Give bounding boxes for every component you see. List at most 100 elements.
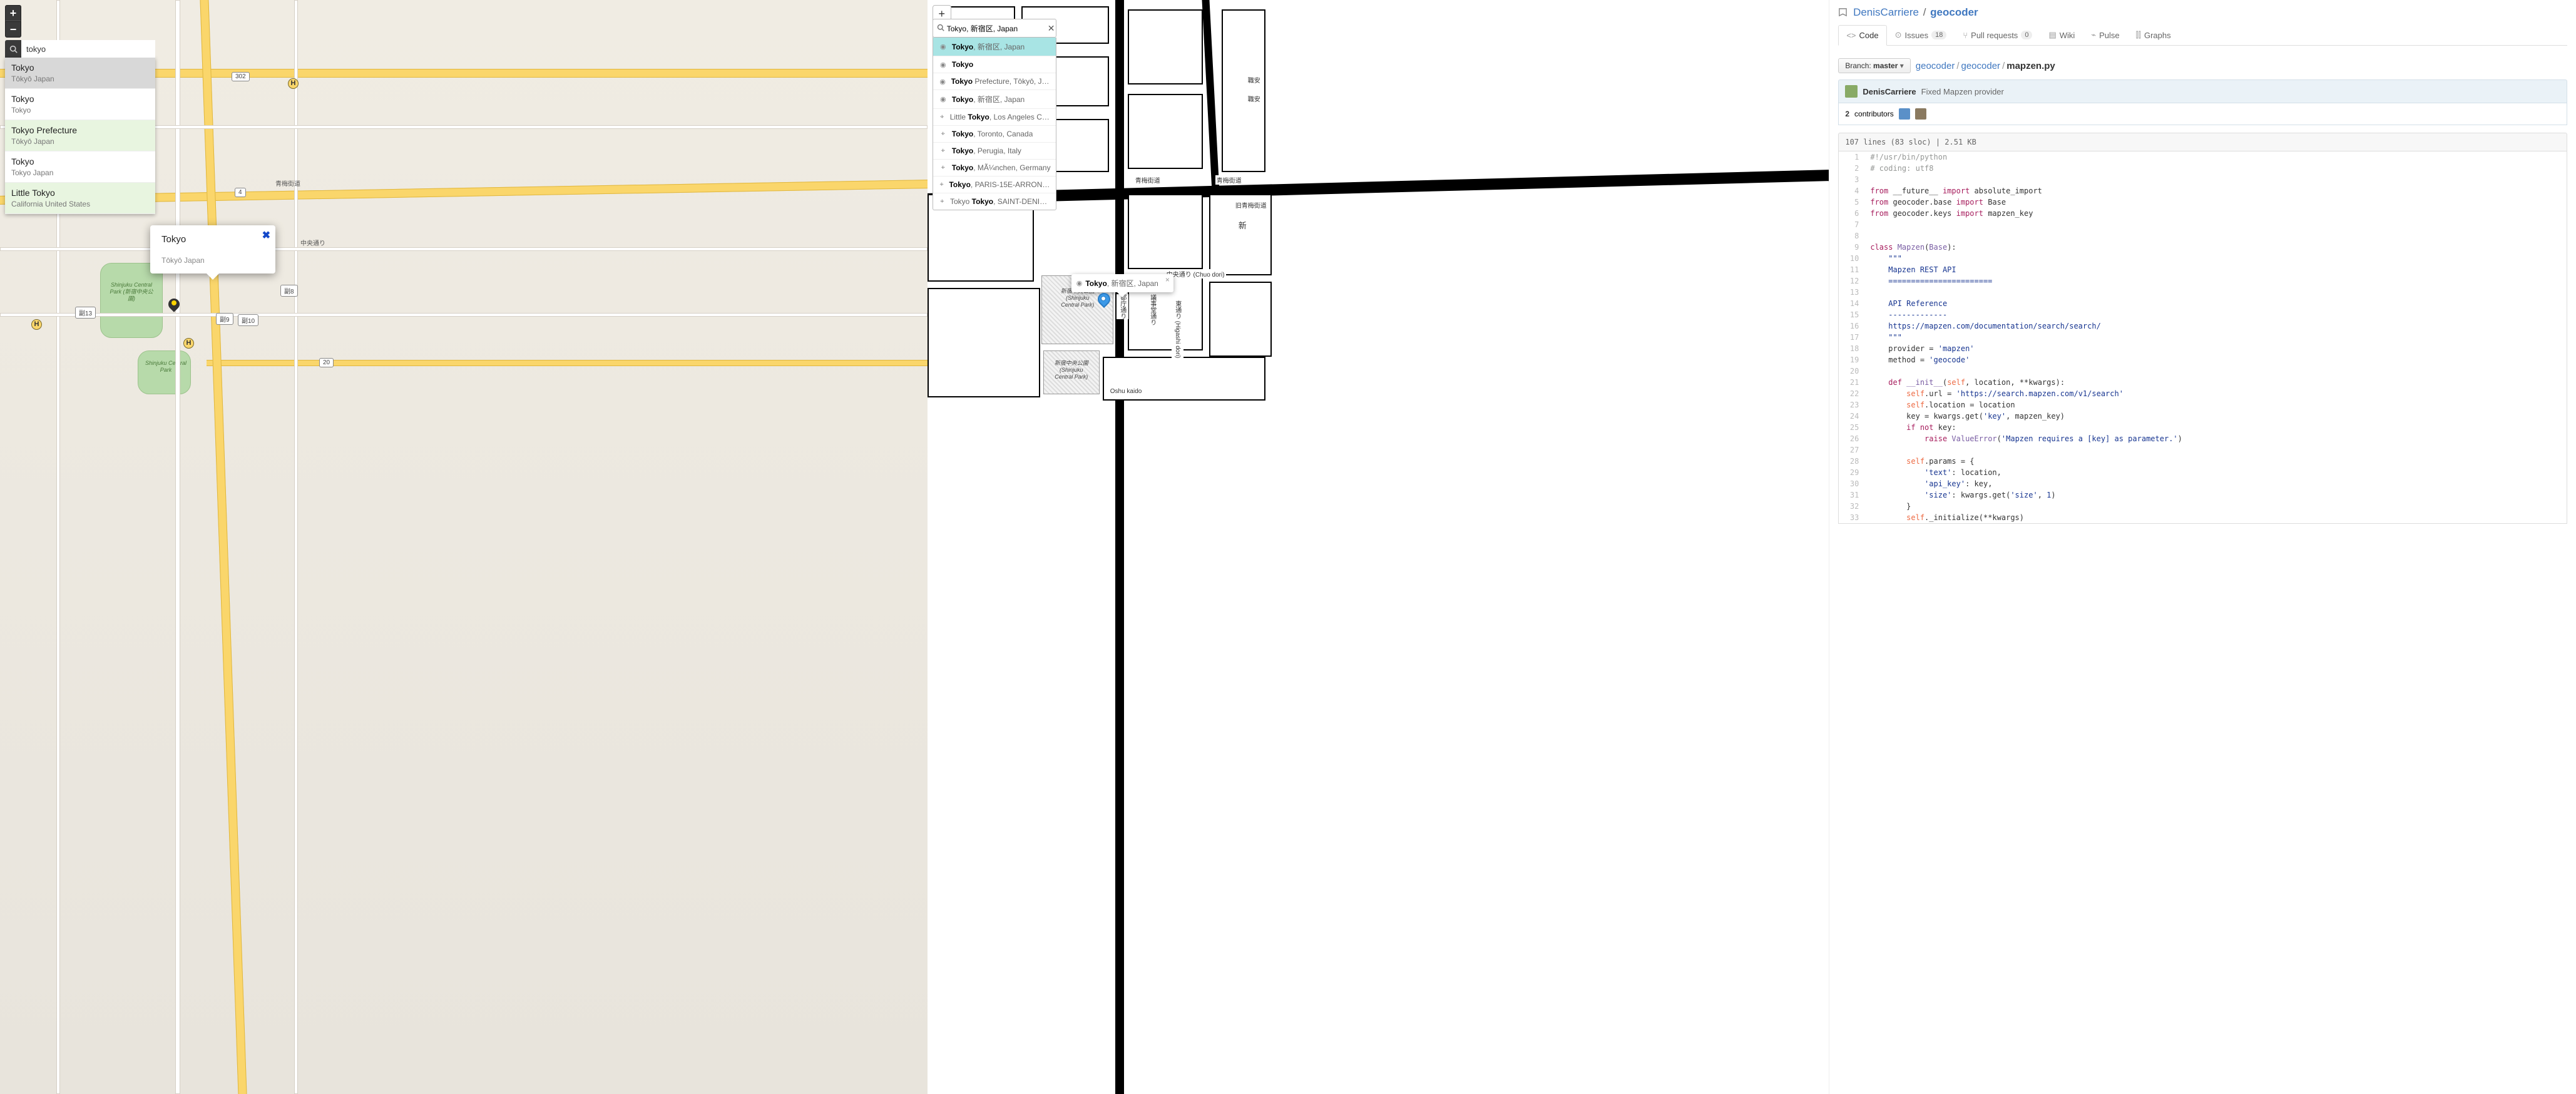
code-line: 11 Mapzen REST API: [1839, 264, 2567, 275]
station-label: 副8: [280, 285, 298, 297]
road-name: 東通り (Higashi dori): [1172, 300, 1183, 358]
code-line: 3: [1839, 174, 2567, 185]
tab-issues[interactable]: ⊙Issues18: [1887, 25, 1955, 45]
code-line: 25 if not key:: [1839, 422, 2567, 433]
map-popup: ✖ Tokyo Tōkyō Japan: [150, 225, 275, 274]
zoom-in-button[interactable]: +: [5, 5, 21, 21]
avatar[interactable]: [1899, 108, 1910, 120]
search-result-item[interactable]: ⌖Tokyo Tokyo, SAINT-DENIS, France: [933, 193, 1056, 210]
map-marker[interactable]: [1098, 293, 1110, 305]
github-panel: DenisCarriere / geocoder <>Code ⊙Issues1…: [1829, 0, 2576, 1094]
search-input[interactable]: [21, 40, 155, 58]
code-line: 28 self.params = {: [1839, 456, 2567, 467]
zoom-out-button[interactable]: −: [5, 21, 21, 38]
code-line: 24 key = kwargs.get('key', mapzen_key): [1839, 411, 2567, 422]
contributors-count: 2: [1845, 110, 1849, 118]
globe-icon: ◉: [938, 78, 948, 86]
code-line: 8: [1839, 230, 2567, 242]
clear-icon[interactable]: ✕: [1046, 23, 1056, 34]
path-link[interactable]: geocoder: [1916, 61, 1955, 71]
road-name: 議事堂通り: [1147, 294, 1158, 325]
bw-map-panel: 新宿中央公園 (Shinjuku Central Park) 新宿中央公園 (S…: [928, 0, 1829, 1094]
code-line: 15 -------------: [1839, 309, 2567, 320]
search-result-item[interactable]: TokyoTokyo: [5, 89, 155, 120]
search-result-item[interactable]: ◉Tokyo, 新宿区, Japan: [933, 89, 1056, 108]
search-result-item[interactable]: ◉Tokyo: [933, 56, 1056, 73]
search-result-item[interactable]: ⌖Tokyo, MÃ¼nchen, Germany: [933, 159, 1056, 176]
park-label: Shinjuku Central Park (新宿中央公園): [106, 282, 156, 302]
contributors-label: contributors: [1854, 110, 1894, 118]
path-link[interactable]: geocoder: [1961, 61, 2001, 71]
pin-icon: ⌖: [938, 181, 946, 189]
map-marker[interactable]: [167, 297, 181, 317]
code-line: 23 self.location = location: [1839, 399, 2567, 411]
park-label: 新宿中央公園 (Shinjuku Central Park): [1046, 360, 1096, 380]
map-canvas[interactable]: 新宿中央公園 (Shinjuku Central Park) 新宿中央公園 (S…: [928, 0, 1829, 1094]
code-line: 22 self.url = 'https://search.mapzen.com…: [1839, 388, 2567, 399]
search-box: ✕ ◉Tokyo, 新宿区, Japan◉Tokyo◉Tokyo Prefect…: [933, 19, 1056, 210]
search-result-item[interactable]: TokyoTōkyō Japan: [5, 58, 155, 89]
tab-pulls[interactable]: ⑂Pull requests0: [1955, 25, 2040, 45]
code-line: 5from geocoder.base import Base: [1839, 197, 2567, 208]
road-name: 中央通り: [300, 238, 325, 247]
road-name: 青梅街道: [1215, 175, 1243, 185]
road-name: 中央通り (Chuo dori): [1165, 269, 1226, 279]
search-result-item[interactable]: Tokyo PrefectureTōkyō Japan: [5, 120, 155, 151]
breadcrumb: geocoder/geocoder/mapzen.py: [1916, 61, 2055, 71]
code-line: 4from __future__ import absolute_import: [1839, 185, 2567, 197]
search-result-item[interactable]: ◉Tokyo, 新宿区, Japan: [933, 38, 1056, 56]
hospital-icon: H: [288, 78, 299, 89]
search-result-item[interactable]: ⌖Tokyo, PARIS-15E-ARRONDISSEMEN...: [933, 176, 1056, 193]
search-result-item[interactable]: ◉Tokyo Prefecture, Tōkyō, Japan: [933, 73, 1056, 89]
tab-wiki[interactable]: ▤Wiki: [2040, 25, 2083, 45]
search-icon: [937, 24, 944, 33]
avatar[interactable]: [1845, 85, 1858, 98]
close-icon[interactable]: ×: [1165, 275, 1170, 284]
code-line: 26 raise ValueError('Mapzen requires a […: [1839, 433, 2567, 444]
code-line: 1#!/usr/bin/python: [1839, 151, 2567, 163]
search-result-item[interactable]: Little TokyoCalifornia United States: [5, 183, 155, 214]
latest-commit: DenisCarriere Fixed Mapzen provider: [1838, 79, 2567, 103]
pin-icon: ⌖: [938, 130, 948, 138]
search-input[interactable]: [944, 24, 1046, 33]
tab-graphs[interactable]: ⫿⫿Graphs: [2128, 25, 2179, 45]
code-line: 13: [1839, 287, 2567, 298]
search-results: ◉Tokyo, 新宿区, Japan◉Tokyo◉Tokyo Prefectur…: [933, 38, 1056, 210]
search-result-item[interactable]: ⌖Tokyo, Perugia, Italy: [933, 142, 1056, 159]
globe-icon: ◉: [1076, 279, 1083, 287]
code-line: 31 'size': kwargs.get('size', 1): [1839, 489, 2567, 501]
search-result-item[interactable]: TokyoTokyo Japan: [5, 151, 155, 183]
pin-icon: ⌖: [938, 198, 946, 206]
commit-message: Fixed Mapzen provider: [1921, 87, 2004, 96]
code-line: 32 }: [1839, 501, 2567, 512]
close-icon[interactable]: ✖: [262, 229, 270, 242]
road-shield: 4: [235, 188, 246, 197]
code-line: 2# coding: utf8: [1839, 163, 2567, 174]
repo-link[interactable]: geocoder: [1930, 6, 1978, 18]
station-label: 副13: [75, 307, 96, 319]
code-line: 18 provider = 'mapzen': [1839, 343, 2567, 354]
pin-icon: ⌖: [938, 147, 948, 155]
code-line: 27: [1839, 444, 2567, 456]
search-results: TokyoTōkyō JapanTokyoTokyoTokyo Prefectu…: [5, 58, 155, 214]
zoom-controls: + −: [5, 5, 21, 38]
search-result-item[interactable]: ⌖Tokyo, Toronto, Canada: [933, 125, 1056, 142]
avatar[interactable]: [1915, 108, 1926, 120]
owner-link[interactable]: DenisCarriere: [1853, 6, 1919, 18]
search-result-item[interactable]: ⌖Little Tokyo, Los Angeles County, CA: [933, 108, 1056, 125]
code-line: 33 self._initialize(**kwargs): [1839, 512, 2567, 523]
road-name: 職安: [1247, 94, 1262, 103]
road-shield: 20: [319, 358, 334, 367]
branch-selector[interactable]: Branch: master: [1838, 58, 1910, 73]
popup-rest: , 新宿区, Japan: [1107, 279, 1158, 288]
popup-bold: Tokyo: [1085, 279, 1107, 288]
code-line: 7: [1839, 219, 2567, 230]
station-label: 副10: [238, 314, 258, 326]
map-popup: × ◉ Tokyo, 新宿区, Japan: [1071, 274, 1173, 292]
road-name: 旧青梅街道: [1234, 200, 1268, 210]
road-name: 青梅街道: [1134, 175, 1162, 185]
tab-pulse[interactable]: ⌁Pulse: [2083, 25, 2127, 45]
commit-author[interactable]: DenisCarriere: [1863, 87, 1916, 96]
tab-code[interactable]: <>Code: [1838, 25, 1886, 46]
pin-icon: ⌖: [938, 164, 948, 172]
